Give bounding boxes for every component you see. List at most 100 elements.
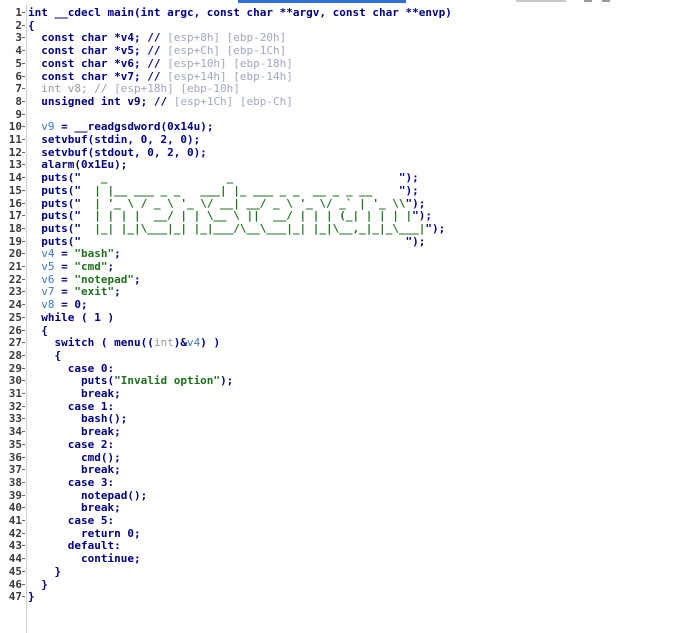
code-token: break;	[28, 387, 121, 400]
code-line[interactable]: 43 default:	[0, 539, 690, 552]
code-token: "bash"	[74, 247, 115, 261]
code-text: alarm(0x1Eu);	[28, 158, 127, 171]
code-token: {	[28, 323, 48, 337]
code-token: bash();	[28, 412, 128, 426]
code-text: case 2:	[28, 438, 114, 451]
code-token: unsigned int v9; //	[28, 94, 174, 108]
code-line[interactable]: 22 v6 = "notepad";	[0, 273, 690, 286]
line-number: 26	[8, 323, 22, 337]
code-line[interactable]: 13 alarm(0x1Eu);	[0, 158, 690, 171]
code-line[interactable]: 28 {	[0, 349, 690, 362]
code-line[interactable]: 7 int v8; // [esp+18h] [ebp-10h]	[0, 82, 690, 95]
code-line[interactable]: 3 const char *v4; // [esp+8h] [ebp-20h]	[0, 31, 690, 44]
code-line[interactable]: 37 break;	[0, 463, 690, 476]
code-text: bash();	[28, 412, 127, 425]
code-line[interactable]: 31 break;	[0, 387, 690, 400]
code-token: const char *v7; //	[28, 69, 168, 83]
gutter-tick	[22, 418, 25, 420]
code-token: )&	[173, 336, 187, 350]
code-line[interactable]: 47}	[0, 590, 690, 603]
code-token: int v8; //	[28, 82, 115, 96]
gutter-tick	[22, 380, 25, 382]
gutter-tick	[22, 393, 25, 394]
code-text: const char *v5; // [esp+Ch] [ebp-1Ch]	[28, 44, 286, 57]
code-line[interactable]: 27 switch ( menu((int)&v4) )	[0, 336, 690, 349]
code-line[interactable]: 1 int __cdecl main(int argc, const char *…	[0, 6, 690, 19]
code-text: return 0;	[28, 527, 141, 540]
code-token: ;	[107, 260, 115, 273]
code-line[interactable]: 34 break;	[0, 425, 690, 438]
code-token: puts(	[28, 374, 115, 388]
code-text: const char *v6; // [esp+10h] [ebp-18h]	[28, 57, 293, 70]
code-token: = __readgsdword(0x14u);	[54, 120, 214, 134]
code-line[interactable]: 17 puts(" | | | | __/ | | \__ \ || __/ |…	[0, 209, 690, 222]
active-tab-indicator[interactable]	[238, 0, 406, 3]
code-line[interactable]: 39 notepad();	[0, 489, 690, 502]
gutter-tick	[22, 113, 25, 115]
code-text: puts(" | | | | __/ | | \__ \ || __/ | | …	[28, 209, 432, 222]
code-token: ");	[405, 234, 426, 248]
code-token: "Invalid option"	[114, 374, 221, 388]
code-line[interactable]: 44 continue;	[0, 552, 690, 565]
code-line[interactable]: 18 puts(" |_| |_|\___|_| |_|___/\__\___|…	[0, 222, 690, 235]
code-token: setvbuf(stdin, 0, 2, 0);	[28, 133, 201, 146]
window-icon[interactable]	[602, 0, 610, 2]
code-line[interactable]: 8 unsigned int v9; // [esp+1Ch] [ebp-Ch]	[0, 95, 690, 108]
code-line[interactable]: 42 return 0;	[0, 527, 690, 540]
code-line[interactable]: 32 case 1:	[0, 400, 690, 413]
code-token: [esp+1Ch] [ebp-Ch]	[173, 94, 293, 108]
code-line[interactable]: 14 puts(" _ _ ");	[0, 171, 690, 184]
gutter-tick	[22, 532, 25, 534]
gutter-tick	[22, 266, 25, 267]
close-icon[interactable]	[584, 0, 592, 2]
code-token: v4	[41, 247, 55, 261]
code-line[interactable]: 46 }	[0, 578, 690, 591]
code-token: "notepad"	[74, 272, 134, 286]
code-text: v4 = "bash";	[28, 247, 121, 260]
code-line[interactable]: 9	[0, 108, 690, 121]
code-line[interactable]: 36 cmd();	[0, 451, 690, 464]
code-token: ");	[412, 209, 432, 223]
code-token: | '_ \ / _ \ '_ \/ __| __/ _ \ '_ \/ _` …	[80, 196, 406, 210]
gutter-tick	[22, 558, 25, 560]
gutter-tick	[22, 164, 25, 166]
code-line[interactable]: 26 {	[0, 324, 690, 337]
code-line[interactable]: 11 setvbuf(stdin, 0, 2, 0);	[0, 133, 690, 146]
code-token: [esp+18h] [ebp-10h]	[114, 82, 240, 96]
code-line[interactable]: 40 break;	[0, 501, 690, 514]
code-line[interactable]: 5 const char *v6; // [esp+10h] [ebp-18h]	[0, 57, 690, 70]
code-line[interactable]: 29 case 0:	[0, 362, 690, 375]
code-line[interactable]: 16 puts(" | '_ \ / _ \ '_ \/ __| __/ _ \…	[0, 197, 690, 210]
line-number: 13	[8, 158, 22, 172]
code-token: v8	[41, 298, 55, 312]
code-token: "exit"	[74, 285, 115, 299]
code-line[interactable]: 4 const char *v5; // [esp+Ch] [ebp-1Ch]	[0, 44, 690, 57]
code-text: v7 = "exit";	[28, 285, 121, 298]
code-line[interactable]: 24 v8 = 0;	[0, 298, 690, 311]
code-line[interactable]: 12 setvbuf(stdout, 0, 2, 0);	[0, 146, 690, 159]
code-token: alarm(0x1Eu);	[28, 158, 128, 172]
gutter-tick	[22, 329, 25, 331]
code-line[interactable]: 45 }	[0, 565, 690, 578]
code-line[interactable]: 10 v9 = __readgsdword(0x14u);	[0, 120, 690, 133]
code-line[interactable]: 15 puts(" | |__ ___ _ _ ___| |_ ___ _ _ …	[0, 184, 690, 197]
code-line[interactable]: 20 v4 = "bash";	[0, 247, 690, 260]
line-number: 28	[8, 348, 22, 362]
code-line[interactable]: 6 const char *v7; // [esp+14h] [ebp-14h]	[0, 70, 690, 83]
code-line[interactable]: 35 case 2:	[0, 438, 690, 451]
code-text: unsigned int v9; // [esp+1Ch] [ebp-Ch]	[28, 95, 293, 108]
code-line[interactable]: 19 puts(" ");	[0, 235, 690, 248]
code-line[interactable]: 33 bash();	[0, 412, 690, 425]
inactive-tab[interactable]	[516, 0, 566, 2]
code-token: ;	[114, 285, 121, 299]
code-token: {	[28, 348, 62, 362]
line-number: 33	[8, 412, 22, 426]
code-line[interactable]: 30 puts("Invalid option");	[0, 374, 690, 387]
code-line[interactable]: 38 case 3:	[0, 476, 690, 489]
line-number: 39	[8, 488, 22, 502]
code-line[interactable]: 2{	[0, 19, 690, 32]
code-line[interactable]: 41 case 5:	[0, 514, 690, 527]
code-line[interactable]: 23 v7 = "exit";	[0, 285, 690, 298]
code-line[interactable]: 21 v5 = "cmd";	[0, 260, 690, 273]
code-line[interactable]: 25 while ( 1 )	[0, 311, 690, 324]
